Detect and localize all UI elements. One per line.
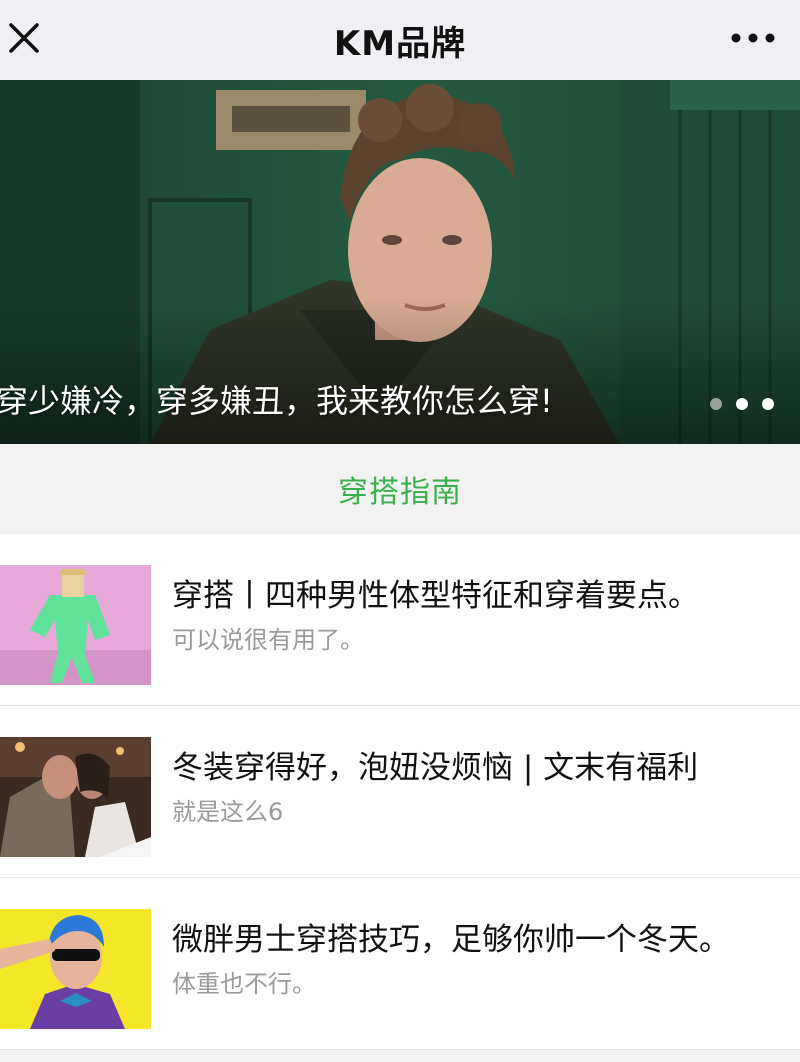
article-subtitle: 就是这么6 [172, 798, 284, 826]
article-list: 穿搭丨四种男性体型特征和穿着要点。 可以说很有用了。 冬装穿得好，泡妞没烦恼 |… [0, 534, 800, 1050]
banner-carousel[interactable]: 穿少嫌冷，穿多嫌丑，我来教你怎么穿! [0, 80, 800, 444]
close-button[interactable] [4, 18, 44, 58]
top-bar: KM品牌 [0, 0, 800, 80]
close-icon [9, 23, 39, 53]
article-item[interactable]: 穿搭丨四种男性体型特征和穿着要点。 可以说很有用了。 [0, 534, 800, 706]
carousel-dot[interactable] [762, 398, 774, 410]
banner-caption: 穿少嫌冷，穿多嫌丑，我来教你怎么穿! [0, 382, 553, 420]
carousel-dot[interactable] [736, 398, 748, 410]
page-title: KM品牌 [333, 23, 467, 64]
article-item[interactable]: 微胖男士穿搭技巧，足够你帅一个冬天。 体重也不行。 [0, 878, 800, 1050]
more-button[interactable] [728, 20, 778, 56]
section-title[interactable]: 穿搭指南 [338, 467, 462, 511]
more-dots-icon [731, 33, 775, 43]
article-thumbnail [0, 909, 151, 1029]
article-thumbnail [0, 565, 151, 685]
article-item[interactable]: 冬装穿得好，泡妞没烦恼 | 文末有福利 就是这么6 [0, 706, 800, 878]
carousel-indicator [710, 398, 774, 410]
article-thumbnail [0, 737, 151, 857]
article-title: 冬装穿得好，泡妞没烦恼 | 文末有福利 [172, 750, 699, 786]
article-subtitle: 可以说很有用了。 [172, 626, 364, 654]
article-subtitle: 体重也不行。 [172, 970, 316, 998]
carousel-dot[interactable] [710, 398, 722, 410]
section-header: 穿搭指南 [0, 444, 800, 534]
article-title: 微胖男士穿搭技巧，足够你帅一个冬天。 [172, 922, 730, 958]
article-title: 穿搭丨四种男性体型特征和穿着要点。 [172, 578, 699, 614]
